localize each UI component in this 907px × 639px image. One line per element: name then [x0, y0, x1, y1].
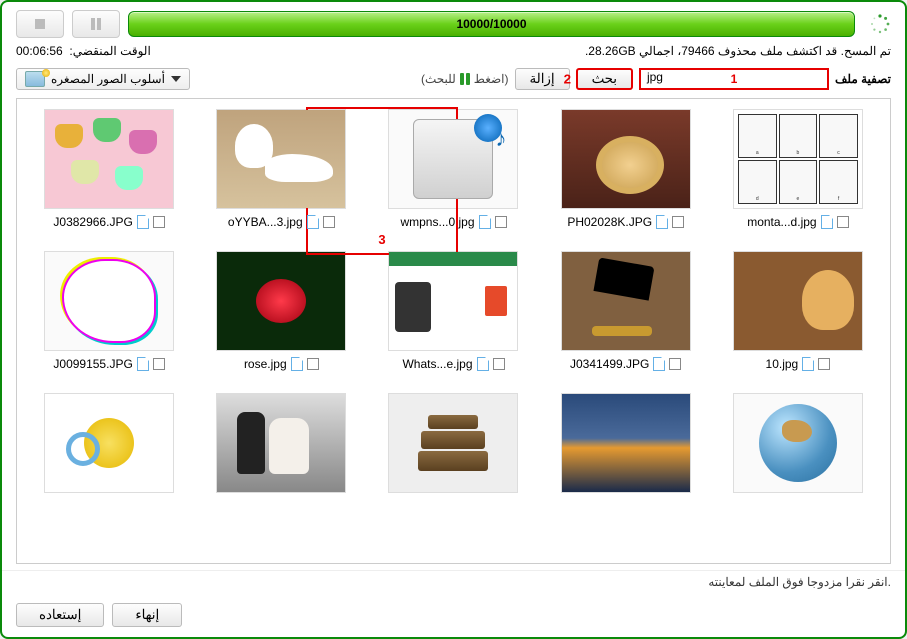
file-name: wmpns...0.jpg — [400, 215, 474, 229]
file-name: J0341499.JPG — [570, 357, 649, 371]
thumbnail: abcdef — [733, 109, 863, 209]
filter-row: تصفية ملف jpg 1 بحث 2 إزالة (اضغط للبحث)… — [2, 64, 905, 98]
chevron-down-icon — [171, 76, 181, 82]
file-name: rose.jpg — [244, 357, 287, 371]
item-checkbox[interactable] — [493, 358, 505, 370]
list-item[interactable] — [548, 393, 704, 499]
file-icon — [479, 215, 491, 229]
file-icon — [137, 215, 149, 229]
list-item[interactable]: 10.jpg — [720, 251, 876, 371]
file-icon — [656, 215, 668, 229]
recover-button[interactable]: إستعاده — [16, 603, 104, 627]
file-icon — [477, 357, 489, 371]
file-name: PH02028K.JPG — [567, 215, 652, 229]
file-name: Whats...e.jpg — [402, 357, 472, 371]
scan-summary-text: تم المسح. قد اكتشف ملف محذوف 79466، اجما… — [585, 44, 891, 58]
file-name: J0382966.JPG — [53, 215, 132, 229]
list-item[interactable]: J0382966.JPG — [31, 109, 187, 229]
list-item[interactable]: rose.jpg — [203, 251, 359, 371]
thumbnail — [561, 393, 691, 493]
filter-label: تصفية ملف — [835, 72, 891, 86]
footer-hint: انقر نقرا مزدوجا فوق الملف لمعاينته. — [2, 570, 905, 597]
thumbnail — [388, 251, 518, 351]
app-window: 10000/10000 تم المسح. قد اكتشف ملف محذوف… — [0, 0, 907, 639]
file-name: monta...d.jpg — [747, 215, 816, 229]
list-item[interactable] — [31, 393, 187, 499]
list-item[interactable] — [375, 393, 531, 499]
file-icon — [307, 215, 319, 229]
list-item[interactable]: ♪ wmpns...0.jpg — [375, 109, 531, 229]
thumbnail — [733, 251, 863, 351]
thumbnail — [388, 393, 518, 493]
file-icon — [821, 215, 833, 229]
list-item[interactable]: J0099155.JPG — [31, 251, 187, 371]
annotation-2: 2 — [564, 72, 571, 87]
stop-button[interactable] — [16, 10, 64, 38]
pause-icon — [89, 17, 103, 31]
scan-summary-row: تم المسح. قد اكتشف ملف محذوف 79466، اجما… — [2, 42, 905, 64]
item-checkbox[interactable] — [669, 358, 681, 370]
item-checkbox[interactable] — [837, 216, 849, 228]
item-checkbox[interactable] — [307, 358, 319, 370]
search-button[interactable]: بحث 2 — [576, 68, 633, 90]
item-checkbox[interactable] — [323, 216, 335, 228]
list-item[interactable] — [203, 393, 359, 499]
file-icon — [802, 357, 814, 371]
list-item[interactable]: Whats...e.jpg — [375, 251, 531, 371]
stop-icon — [33, 17, 47, 31]
list-item[interactable]: abcdef monta...d.jpg — [720, 109, 876, 229]
results-grid-area[interactable]: 3 J0382966.JPG oYYBA...3.jpg ♪ wmpns...0… — [16, 98, 891, 564]
thumbnail — [561, 109, 691, 209]
elapsed-time: الوقت المنقضي: 00:06:56 — [16, 44, 151, 58]
list-item[interactable]: PH02028K.JPG — [548, 109, 704, 229]
thumbnail — [44, 393, 174, 493]
view-mode-label: أسلوب الصور المصغره — [51, 72, 165, 86]
thumbnail — [561, 251, 691, 351]
file-name: oYYBA...3.jpg — [228, 215, 303, 229]
thumbnail — [733, 393, 863, 493]
finish-button[interactable]: إنهاء — [112, 603, 182, 627]
top-bar: 10000/10000 — [2, 2, 905, 42]
bottom-buttons: إستعاده إنهاء — [2, 597, 905, 637]
list-item[interactable]: J0341499.JPG — [548, 251, 704, 371]
item-checkbox[interactable] — [672, 216, 684, 228]
pause-mini-icon — [460, 73, 470, 85]
annotation-1: 1 — [731, 72, 738, 86]
thumbnails-icon — [25, 71, 45, 87]
filter-input[interactable]: jpg 1 — [639, 68, 829, 90]
progress-label: 10000/10000 — [456, 17, 526, 31]
thumbnail — [216, 109, 346, 209]
results-grid: J0382966.JPG oYYBA...3.jpg ♪ wmpns...0.j… — [31, 109, 876, 499]
thumbnail — [216, 393, 346, 493]
item-checkbox[interactable] — [153, 358, 165, 370]
remove-button[interactable]: إزالة — [515, 68, 570, 90]
item-checkbox[interactable] — [495, 216, 507, 228]
list-item[interactable] — [720, 393, 876, 499]
progress-bar: 10000/10000 — [128, 11, 855, 37]
spinner-icon — [869, 13, 891, 35]
thumbnail: ♪ — [388, 109, 518, 209]
file-icon — [653, 357, 665, 371]
file-name: J0099155.JPG — [53, 357, 132, 371]
search-hint: (اضغط للبحث) — [421, 72, 508, 86]
view-mode-dropdown[interactable]: أسلوب الصور المصغره — [16, 68, 190, 90]
file-icon — [137, 357, 149, 371]
thumbnail — [44, 109, 174, 209]
file-name: 10.jpg — [766, 357, 799, 371]
file-icon — [291, 357, 303, 371]
thumbnail — [44, 251, 174, 351]
pause-button[interactable] — [72, 10, 120, 38]
thumbnail — [216, 251, 346, 351]
list-item[interactable]: oYYBA...3.jpg — [203, 109, 359, 229]
item-checkbox[interactable] — [818, 358, 830, 370]
item-checkbox[interactable] — [153, 216, 165, 228]
